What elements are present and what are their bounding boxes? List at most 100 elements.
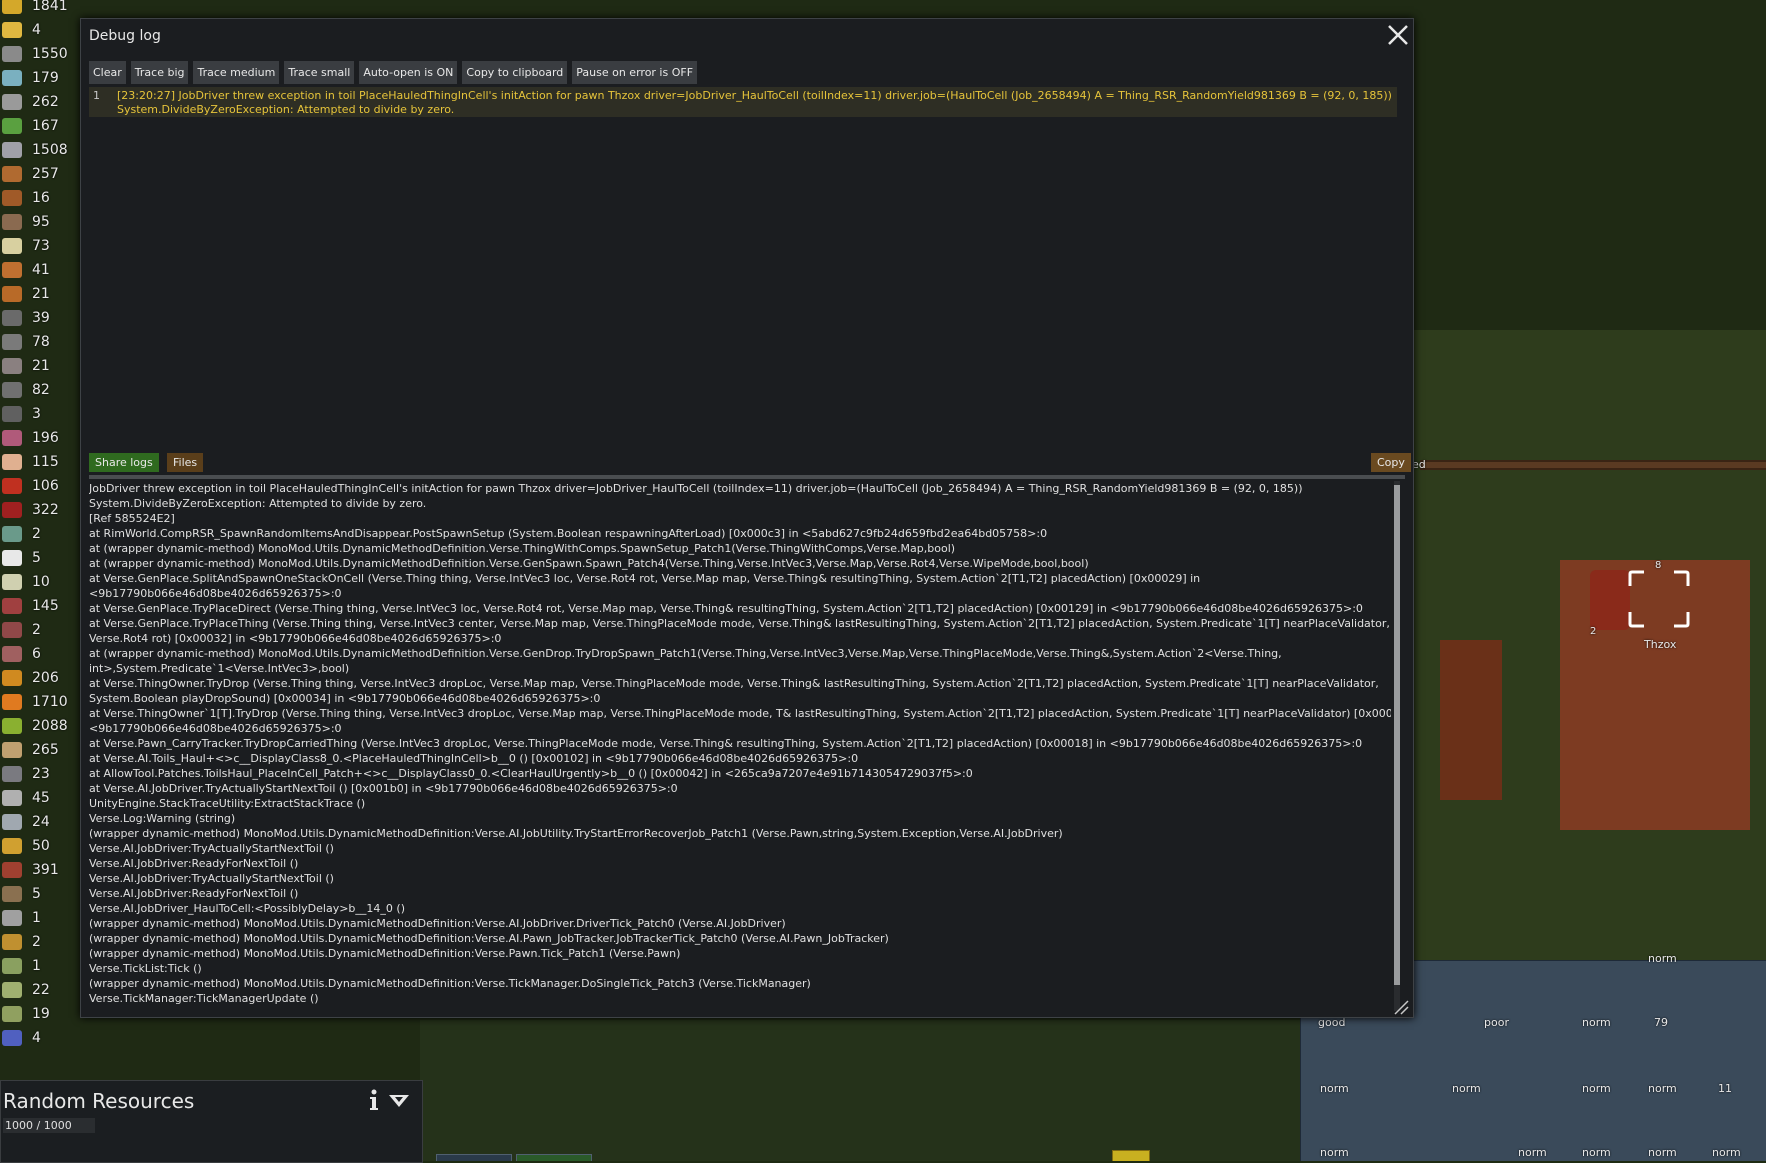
window-title: Debug log [89, 28, 161, 44]
resource-count: 1841 [32, 0, 68, 14]
resource-row[interactable]: 196 [0, 426, 59, 450]
resource-row[interactable]: 45 [0, 786, 50, 810]
resource-row[interactable]: 10 [0, 570, 50, 594]
resource-row[interactable]: 78 [0, 330, 50, 354]
files-button[interactable]: Files [167, 453, 204, 472]
auto-open-toggle[interactable]: Auto-open is ON [359, 61, 458, 84]
resource-row[interactable]: 4 [0, 1026, 41, 1050]
resource-row[interactable]: 167 [0, 114, 59, 138]
resource-row[interactable]: 1710 [0, 690, 68, 714]
pawn-name-label[interactable]: Thzox [1644, 638, 1676, 651]
resource-row[interactable]: 22 [0, 978, 50, 1002]
shelf-label: norm [1648, 952, 1677, 965]
resource-row[interactable]: 179 [0, 66, 59, 90]
resource-count: 1 [32, 910, 41, 926]
divider[interactable] [89, 475, 1405, 479]
shelf-label: norm [1582, 1082, 1611, 1095]
resource-row[interactable]: 82 [0, 378, 50, 402]
resource-row[interactable]: 2088 [0, 714, 68, 738]
silver-icon [2, 790, 22, 806]
resource-count: 22 [32, 982, 50, 998]
shelf-label: 79 [1654, 1016, 1668, 1029]
info-icon[interactable] [367, 1089, 381, 1111]
resource-row[interactable]: 41 [0, 258, 50, 282]
resource-row[interactable]: 23 [0, 762, 50, 786]
resource-row[interactable]: 21 [0, 282, 50, 306]
resource-count: 5 [32, 550, 41, 566]
bottom-bar[interactable] [516, 1154, 592, 1161]
chevron-down-icon[interactable] [387, 1091, 411, 1111]
clear-button[interactable]: Clear [89, 61, 126, 84]
pawn-selection-bracket[interactable] [1628, 570, 1690, 628]
pause-on-error-toggle[interactable]: Pause on error is OFF [572, 61, 698, 84]
barrel[interactable] [1590, 570, 1630, 630]
resource-row[interactable]: 3 [0, 402, 41, 426]
debug-log-window[interactable]: Debug log Clear Trace big Trace medium T… [80, 18, 1414, 1018]
stack-trace-text[interactable]: JobDriver threw exception in toil PlaceH… [89, 481, 1391, 1005]
resource-row[interactable]: 1508 [0, 138, 68, 162]
resource-row[interactable]: 322 [0, 498, 59, 522]
pawn-bar [1112, 1150, 1150, 1161]
bone-icon [2, 238, 22, 254]
resource-count: 50 [32, 838, 50, 854]
resource-row[interactable]: 5 [0, 882, 41, 906]
scrollbar-thumb[interactable] [1394, 485, 1400, 985]
share-logs-button[interactable]: Share logs [89, 453, 159, 472]
resource-row[interactable]: 19 [0, 1002, 50, 1026]
copy-to-clipboard-button[interactable]: Copy to clipboard [462, 61, 568, 84]
rock-icon [2, 94, 22, 110]
resource-row[interactable]: 145 [0, 594, 59, 618]
resource-row[interactable]: 50 [0, 834, 50, 858]
resource-count: 106 [32, 478, 59, 494]
resource-row[interactable]: 1 [0, 906, 41, 930]
scrollbar[interactable] [1394, 481, 1400, 1011]
resource-row[interactable]: 16 [0, 186, 50, 210]
resource-row[interactable]: 2 [0, 522, 41, 546]
medicine-icon [2, 526, 22, 542]
log-entry[interactable]: 1 [23:20:27] JobDriver threw exception i… [89, 87, 1397, 117]
resource-row[interactable]: 1550 [0, 42, 68, 66]
corn-icon [2, 718, 22, 734]
resource-row[interactable]: 265 [0, 738, 59, 762]
brick-icon [2, 862, 22, 878]
resource-row[interactable]: 2 [0, 618, 41, 642]
resource-row[interactable]: 95 [0, 210, 50, 234]
resource-row[interactable]: 4 [0, 18, 41, 42]
resource-row[interactable]: 206 [0, 666, 59, 690]
resource-row[interactable]: 21 [0, 354, 50, 378]
resource-row[interactable]: 1 [0, 954, 41, 978]
close-icon[interactable] [1386, 23, 1410, 47]
trace-small-button[interactable]: Trace small [284, 61, 355, 84]
trace-line: at Verse.ThingOwner`1[T].TryDrop (Verse.… [89, 707, 1391, 720]
trace-medium-button[interactable]: Trace medium [193, 61, 280, 84]
trace-big-button[interactable]: Trace big [130, 61, 189, 84]
shelf-label: norm [1320, 1082, 1349, 1095]
resource-row[interactable]: 73 [0, 234, 50, 258]
trace-line: at Verse.AI.JobDriver.TryActuallyStartNe… [89, 782, 678, 795]
trace-line: [Ref 585524E2] [89, 512, 175, 525]
resource-count: 2 [32, 622, 41, 638]
steel-icon [2, 142, 22, 158]
resize-handle-icon[interactable] [1393, 999, 1409, 1015]
resource-row[interactable]: 39 [0, 306, 50, 330]
trace-line: at (wrapper dynamic-method) MonoMod.Util… [89, 647, 1282, 660]
resource-row[interactable]: 6 [0, 642, 41, 666]
trace-line: at (wrapper dynamic-method) MonoMod.Util… [89, 542, 956, 555]
gold-bar-icon [2, 22, 22, 38]
ground [420, 1020, 1300, 1161]
copy-button[interactable]: Copy [1371, 453, 1411, 472]
resource-row[interactable]: 5 [0, 546, 41, 570]
resource-row[interactable]: 262 [0, 90, 59, 114]
resource-row[interactable]: 391 [0, 858, 59, 882]
resource-row[interactable]: 257 [0, 162, 59, 186]
resource-row[interactable]: 1841 [0, 0, 68, 18]
resource-row[interactable]: 24 [0, 810, 50, 834]
shelf-label: norm [1518, 1146, 1547, 1159]
resource-row[interactable]: 106 [0, 474, 59, 498]
resource-row[interactable]: 115 [0, 450, 59, 474]
bottom-bar[interactable] [436, 1154, 512, 1161]
trace-line: Verse.Rot4 rot) [0x00032] in <9b17790b06… [89, 632, 502, 645]
trace-line: System.Boolean playDropSound) [0x00034] … [89, 692, 601, 705]
wood-log-icon [2, 166, 22, 182]
resource-row[interactable]: 2 [0, 930, 41, 954]
